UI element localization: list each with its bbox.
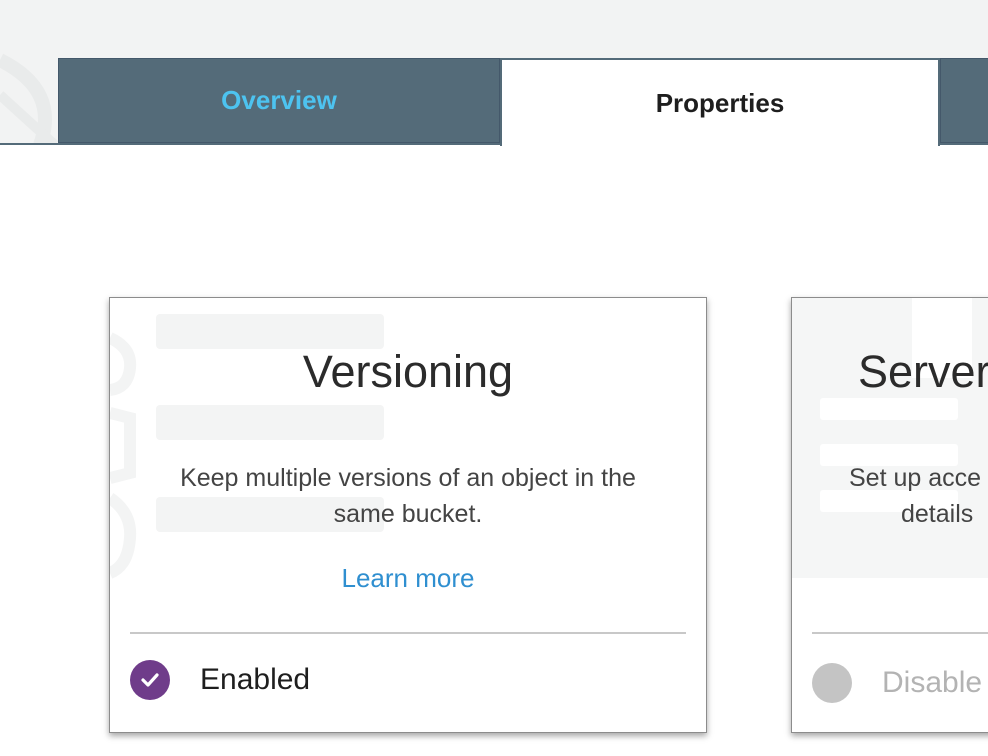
server-status[interactable]: Disable (812, 663, 982, 703)
versioning-title: Versioning (302, 346, 514, 397)
check-icon (130, 660, 170, 700)
server-card[interactable]: Server Set up acce details Disable (791, 297, 988, 733)
server-divider (812, 632, 988, 634)
server-description: Set up acce details (849, 460, 988, 532)
versioning-description: Keep multiple versions of an object in t… (180, 464, 636, 528)
server-description-line-2: details (901, 500, 974, 528)
server-status-label: Disable (882, 666, 983, 699)
versioning-card[interactable]: Versioning Keep multiple versions of an … (109, 297, 707, 733)
server-title: Server (858, 346, 988, 397)
tab-next[interactable] (940, 58, 988, 143)
page: Overview Properties Versioning Keep mult… (0, 0, 988, 756)
tab-properties[interactable]: Properties (500, 58, 940, 146)
server-description-line-1: Set up acce (849, 464, 982, 492)
disabled-status-icon (812, 663, 852, 703)
versioning-status-label: Enabled (200, 663, 311, 696)
tab-overview[interactable]: Overview (58, 58, 500, 143)
tab-properties-label: Properties (655, 87, 785, 118)
versioning-status[interactable]: Enabled (130, 660, 310, 700)
versioning-divider (130, 632, 686, 634)
versioning-learn-more-link[interactable]: Learn more (110, 563, 706, 594)
tab-overview-label: Overview (221, 85, 337, 115)
